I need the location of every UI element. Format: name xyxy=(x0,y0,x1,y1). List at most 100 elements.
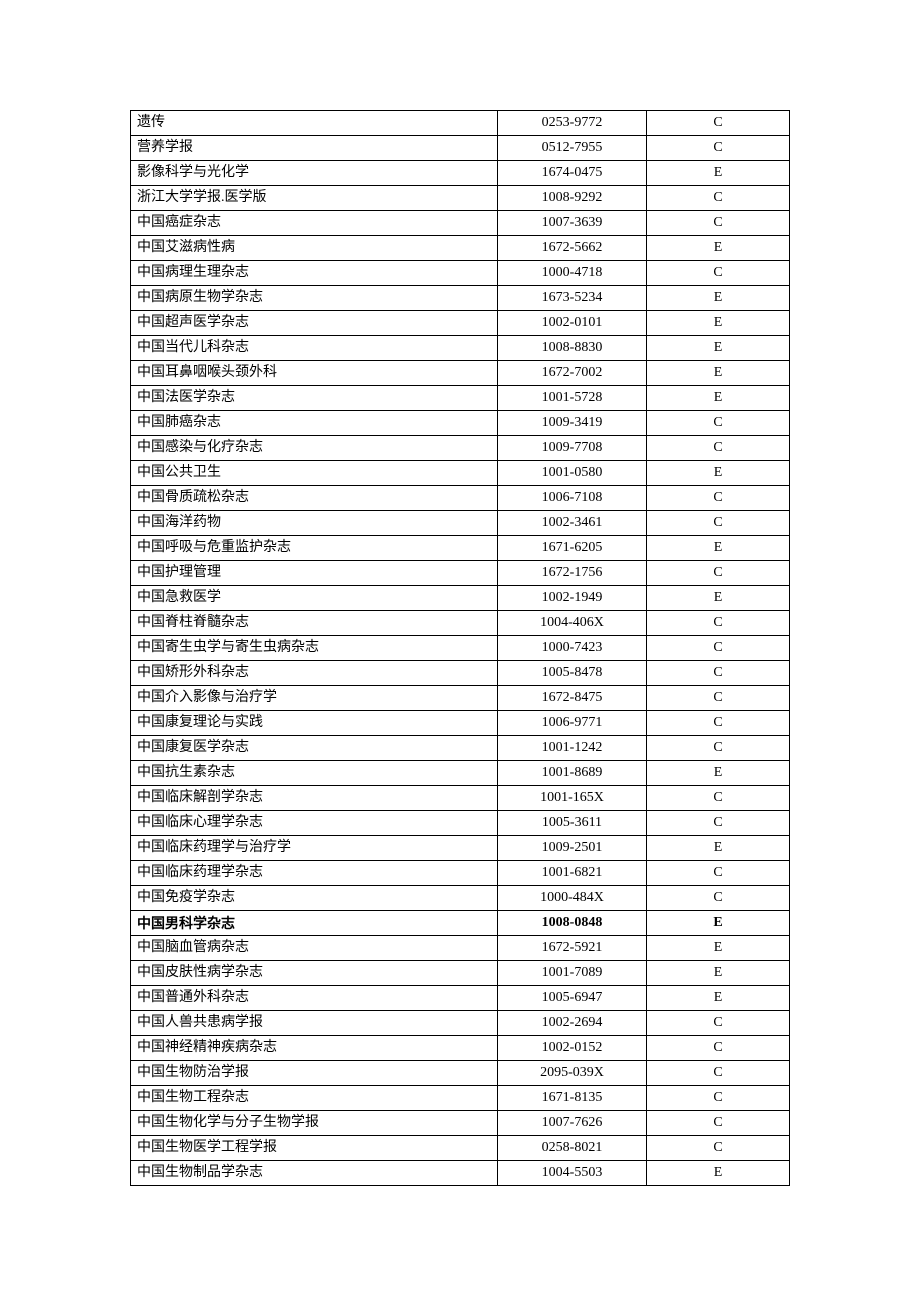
journal-grade-cell: C xyxy=(647,1111,790,1136)
journal-grade-cell: C xyxy=(647,436,790,461)
journal-grade-cell: E xyxy=(647,986,790,1011)
table-row: 中国寄生虫学与寄生虫病杂志1000-7423C xyxy=(131,636,790,661)
table-row: 中国骨质疏松杂志1006-7108C xyxy=(131,486,790,511)
journal-grade-cell: E xyxy=(647,236,790,261)
journal-name-cell: 中国介入影像与治疗学 xyxy=(131,686,498,711)
journal-grade-cell: E xyxy=(647,961,790,986)
table-row: 中国康复医学杂志1001-1242C xyxy=(131,736,790,761)
journal-name-cell: 中国当代儿科杂志 xyxy=(131,336,498,361)
journal-name-cell: 中国感染与化疗杂志 xyxy=(131,436,498,461)
journal-issn-cell: 1673-5234 xyxy=(497,286,646,311)
journal-issn-cell: 1009-2501 xyxy=(497,836,646,861)
journal-name-cell: 中国生物工程杂志 xyxy=(131,1086,498,1111)
journal-name-cell: 影像科学与光化学 xyxy=(131,161,498,186)
journal-issn-cell: 1008-9292 xyxy=(497,186,646,211)
journal-name-cell: 中国法医学杂志 xyxy=(131,386,498,411)
journal-issn-cell: 1001-5728 xyxy=(497,386,646,411)
journal-issn-cell: 1001-165X xyxy=(497,786,646,811)
journal-grade-cell: C xyxy=(647,636,790,661)
table-row: 中国癌症杂志1007-3639C xyxy=(131,211,790,236)
journal-issn-cell: 1005-3611 xyxy=(497,811,646,836)
table-row: 中国皮肤性病学杂志1001-7089E xyxy=(131,961,790,986)
journal-issn-cell: 1000-7423 xyxy=(497,636,646,661)
table-row: 中国生物工程杂志1671-8135C xyxy=(131,1086,790,1111)
table-row: 中国当代儿科杂志1008-8830E xyxy=(131,336,790,361)
journal-name-cell: 中国寄生虫学与寄生虫病杂志 xyxy=(131,636,498,661)
journal-grade-cell: C xyxy=(647,611,790,636)
journal-issn-cell: 0512-7955 xyxy=(497,136,646,161)
journal-issn-cell: 1671-8135 xyxy=(497,1086,646,1111)
table-row: 中国临床解剖学杂志1001-165XC xyxy=(131,786,790,811)
journal-name-cell: 中国临床解剖学杂志 xyxy=(131,786,498,811)
journal-issn-cell: 1005-6947 xyxy=(497,986,646,1011)
journal-name-cell: 中国急救医学 xyxy=(131,586,498,611)
journal-grade-cell: E xyxy=(647,936,790,961)
journal-grade-cell: E xyxy=(647,536,790,561)
journal-table-body: 遗传0253-9772C营养学报0512-7955C影像科学与光化学1674-0… xyxy=(131,111,790,1186)
journal-grade-cell: C xyxy=(647,811,790,836)
journal-name-cell: 中国生物化学与分子生物学报 xyxy=(131,1111,498,1136)
journal-issn-cell: 1001-6821 xyxy=(497,861,646,886)
journal-name-cell: 中国生物防治学报 xyxy=(131,1061,498,1086)
journal-grade-cell: E xyxy=(647,1161,790,1186)
journal-name-cell: 中国护理管理 xyxy=(131,561,498,586)
journal-name-cell: 中国病理生理杂志 xyxy=(131,261,498,286)
table-row: 遗传0253-9772C xyxy=(131,111,790,136)
journal-grade-cell: E xyxy=(647,361,790,386)
table-row: 中国生物制品学杂志1004-5503E xyxy=(131,1161,790,1186)
journal-grade-cell: C xyxy=(647,736,790,761)
journal-name-cell: 中国普通外科杂志 xyxy=(131,986,498,1011)
journal-issn-cell: 1672-1756 xyxy=(497,561,646,586)
table-row: 中国普通外科杂志1005-6947E xyxy=(131,986,790,1011)
journal-table: 遗传0253-9772C营养学报0512-7955C影像科学与光化学1674-0… xyxy=(130,110,790,1186)
journal-issn-cell: 1004-5503 xyxy=(497,1161,646,1186)
journal-issn-cell: 1672-7002 xyxy=(497,361,646,386)
journal-name-cell: 中国神经精神疾病杂志 xyxy=(131,1036,498,1061)
journal-name-cell: 中国癌症杂志 xyxy=(131,211,498,236)
table-row: 中国生物防治学报2095-039XC xyxy=(131,1061,790,1086)
table-row: 中国急救医学1002-1949E xyxy=(131,586,790,611)
table-row: 中国法医学杂志1001-5728E xyxy=(131,386,790,411)
table-row: 中国耳鼻咽喉头颈外科1672-7002E xyxy=(131,361,790,386)
journal-name-cell: 中国耳鼻咽喉头颈外科 xyxy=(131,361,498,386)
journal-grade-cell: C xyxy=(647,1036,790,1061)
table-row: 中国艾滋病性病1672-5662E xyxy=(131,236,790,261)
table-row: 中国肺癌杂志1009-3419C xyxy=(131,411,790,436)
table-row: 中国脊柱脊髓杂志1004-406XC xyxy=(131,611,790,636)
journal-name-cell: 营养学报 xyxy=(131,136,498,161)
journal-issn-cell: 1000-484X xyxy=(497,886,646,911)
table-row: 中国病原生物学杂志1673-5234E xyxy=(131,286,790,311)
journal-name-cell: 中国骨质疏松杂志 xyxy=(131,486,498,511)
journal-name-cell: 中国康复医学杂志 xyxy=(131,736,498,761)
table-row: 中国呼吸与危重监护杂志1671-6205E xyxy=(131,536,790,561)
journal-grade-cell: E xyxy=(647,311,790,336)
journal-issn-cell: 1009-7708 xyxy=(497,436,646,461)
journal-name-cell: 中国脑血管病杂志 xyxy=(131,936,498,961)
journal-grade-cell: C xyxy=(647,1086,790,1111)
journal-grade-cell: E xyxy=(647,911,790,936)
table-row: 中国康复理论与实践1006-9771C xyxy=(131,711,790,736)
journal-issn-cell: 1002-0152 xyxy=(497,1036,646,1061)
table-row: 中国护理管理1672-1756C xyxy=(131,561,790,586)
table-row: 中国生物医学工程学报0258-8021C xyxy=(131,1136,790,1161)
journal-grade-cell: C xyxy=(647,111,790,136)
journal-issn-cell: 1672-5662 xyxy=(497,236,646,261)
journal-name-cell: 中国康复理论与实践 xyxy=(131,711,498,736)
journal-issn-cell: 1002-3461 xyxy=(497,511,646,536)
journal-name-cell: 中国矫形外科杂志 xyxy=(131,661,498,686)
table-row: 中国人兽共患病学报1002-2694C xyxy=(131,1011,790,1036)
journal-grade-cell: E xyxy=(647,336,790,361)
journal-grade-cell: E xyxy=(647,586,790,611)
table-row: 影像科学与光化学1674-0475E xyxy=(131,161,790,186)
journal-name-cell: 中国艾滋病性病 xyxy=(131,236,498,261)
journal-name-cell: 中国超声医学杂志 xyxy=(131,311,498,336)
journal-issn-cell: 1672-5921 xyxy=(497,936,646,961)
table-row: 中国矫形外科杂志1005-8478C xyxy=(131,661,790,686)
journal-grade-cell: C xyxy=(647,1136,790,1161)
table-row: 中国临床心理学杂志1005-3611C xyxy=(131,811,790,836)
journal-issn-cell: 1671-6205 xyxy=(497,536,646,561)
table-row: 中国介入影像与治疗学1672-8475C xyxy=(131,686,790,711)
journal-name-cell: 中国男科学杂志 xyxy=(131,911,498,936)
journal-grade-cell: C xyxy=(647,686,790,711)
journal-name-cell: 中国脊柱脊髓杂志 xyxy=(131,611,498,636)
